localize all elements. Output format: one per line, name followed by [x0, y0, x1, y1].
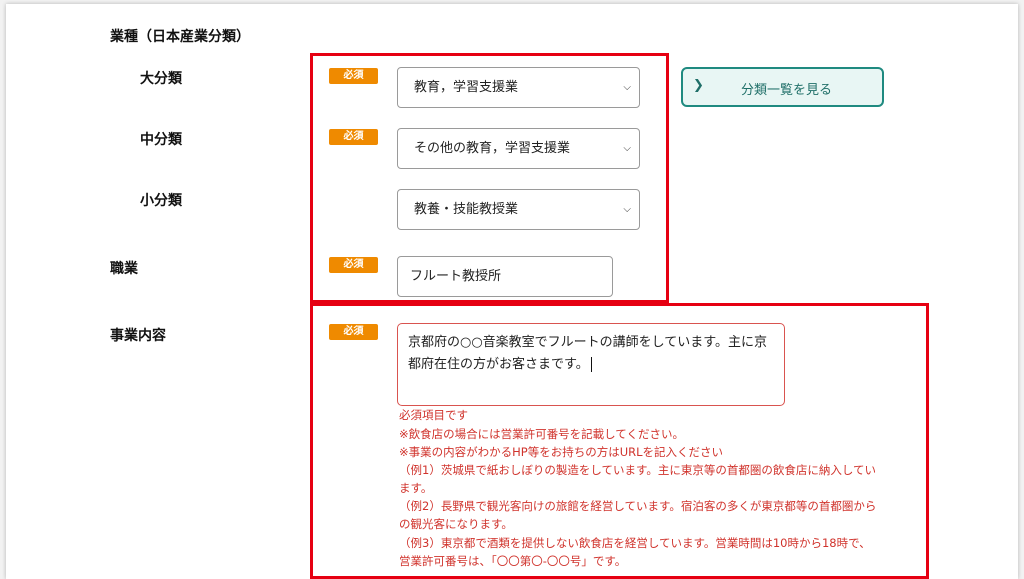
required-badge-occupation: 必須 [329, 257, 378, 273]
required-badge-middle: 必須 [329, 129, 378, 145]
category-list-button-label: 分類一覧を見る [741, 83, 833, 98]
error-note: （例3）東京都で酒類を提供しない飲食店を経営しています。営業時間は10時から18… [399, 536, 871, 550]
error-note: 営業許可番号は、「〇〇第〇-〇〇号」です。 [399, 554, 627, 568]
error-note: ※事業の内容がわかるHP等をお持ちの方はURLを記入ください [399, 445, 724, 459]
middle-category-label: 中分類 [140, 132, 182, 148]
middle-category-value: その他の教育，学習支援業 [414, 141, 571, 156]
error-note: ※飲食店の場合には営業許可番号を記載してください。 [399, 427, 684, 441]
chevron-down-icon: ⌵ [623, 143, 631, 154]
category-list-button[interactable]: ❯ 分類一覧を見る [681, 67, 884, 107]
major-category-label: 大分類 [140, 71, 182, 87]
business-label: 事業内容 [110, 328, 166, 344]
business-text-line: 京都府の○○音楽教室でフルートの講師をしています。主に京 [408, 335, 767, 350]
occupation-label: 職業 [110, 261, 138, 277]
error-note: の観光客になります。 [399, 517, 513, 531]
minor-category-label: 小分類 [140, 193, 182, 209]
minor-category-value: 教養・技能教授業 [414, 202, 519, 217]
required-badge-major: 必須 [329, 68, 378, 84]
major-category-select[interactable]: 教育，学習支援業 ⌵ [397, 67, 640, 108]
chevron-down-icon: ⌵ [623, 204, 631, 215]
error-note: 必須項目です [399, 408, 468, 422]
error-note: （例1）茨城県で紙おしぼりの製造をしています。主に東京等の首都圏の飲食店に納入し… [399, 463, 876, 477]
chevron-right-icon: ❯ [693, 78, 704, 93]
major-category-value: 教育，学習支援業 [414, 80, 519, 95]
error-note: （例2）長野県で観光客向けの旅館を経営しています。宿泊客の多くが東京都等の首都圏… [399, 499, 877, 513]
required-badge-business: 必須 [329, 324, 378, 340]
minor-category-select[interactable]: 教養・技能教授業 ⌵ [397, 189, 640, 230]
error-note: ます。 [399, 481, 433, 495]
chevron-down-icon: ⌵ [623, 82, 631, 93]
industry-heading: 業種（日本産業分類） [110, 29, 250, 45]
text-caret [590, 357, 592, 372]
occupation-value: フルート教授所 [410, 269, 502, 284]
occupation-input[interactable]: フルート教授所 [397, 256, 613, 297]
middle-category-select[interactable]: その他の教育，学習支援業 ⌵ [397, 128, 640, 169]
business-description-textarea[interactable]: 京都府の○○音楽教室でフルートの講師をしています。主に京 都府在住の方がお客さま… [397, 323, 785, 406]
business-text-line: 都府在住の方がお客さまです。 [408, 357, 589, 372]
